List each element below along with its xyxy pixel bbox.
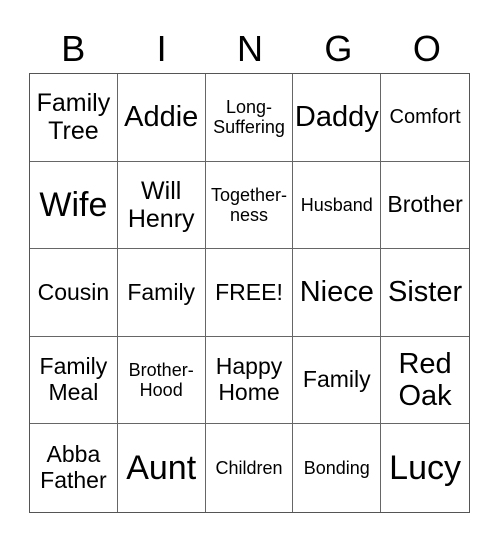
bingo-cell[interactable]: Children	[206, 424, 294, 512]
bingo-cell[interactable]: Aunt	[118, 424, 206, 512]
bingo-cell[interactable]: Brother- Hood	[117, 336, 206, 425]
header-letter-g: G	[324, 28, 353, 69]
header-letter-i: I	[156, 28, 167, 69]
bingo-cell[interactable]: Cousin	[30, 249, 118, 337]
bingo-cell[interactable]: Sister	[381, 249, 469, 337]
header-letter-n: N	[237, 28, 264, 69]
header-letter-o: O	[412, 28, 441, 69]
bingo-cell[interactable]: Wife	[30, 161, 118, 250]
bingo-cell[interactable]: Together- ness	[205, 161, 294, 250]
header-letter-b: B	[61, 28, 86, 69]
bingo-cell[interactable]: Abba Father	[30, 424, 118, 512]
bingo-cell[interactable]: Family	[293, 336, 382, 425]
bingo-header: B I N G O	[29, 26, 471, 72]
bingo-cell[interactable]: Red Oak	[381, 337, 469, 425]
bingo-cell[interactable]: Long- Suffering	[205, 74, 294, 162]
bingo-cell[interactable]: Bonding	[293, 424, 382, 512]
bingo-cell[interactable]: Will Henry	[117, 161, 206, 250]
bingo-cell[interactable]: Comfort	[381, 74, 469, 162]
bingo-cell[interactable]: Family Meal	[30, 336, 118, 425]
bingo-cell[interactable]: Family Tree	[30, 74, 118, 162]
bingo-cell[interactable]: Niece	[293, 249, 382, 337]
bingo-board: Family Tree Addie Long- Suffering Daddy Comf…	[29, 73, 470, 513]
bingo-cell[interactable]: Family	[117, 249, 206, 337]
bingo-cell[interactable]: Daddy	[293, 74, 382, 162]
bingo-cell[interactable]: Happy Home	[205, 336, 294, 425]
bingo-cell[interactable]: Brother	[381, 162, 469, 250]
bingo-cell[interactable]: Lucy	[381, 424, 469, 512]
bingo-cell[interactable]: FREE!	[205, 249, 294, 337]
bingo-cell[interactable]: Addie	[117, 74, 206, 162]
bingo-cell[interactable]: Husband	[293, 161, 382, 250]
